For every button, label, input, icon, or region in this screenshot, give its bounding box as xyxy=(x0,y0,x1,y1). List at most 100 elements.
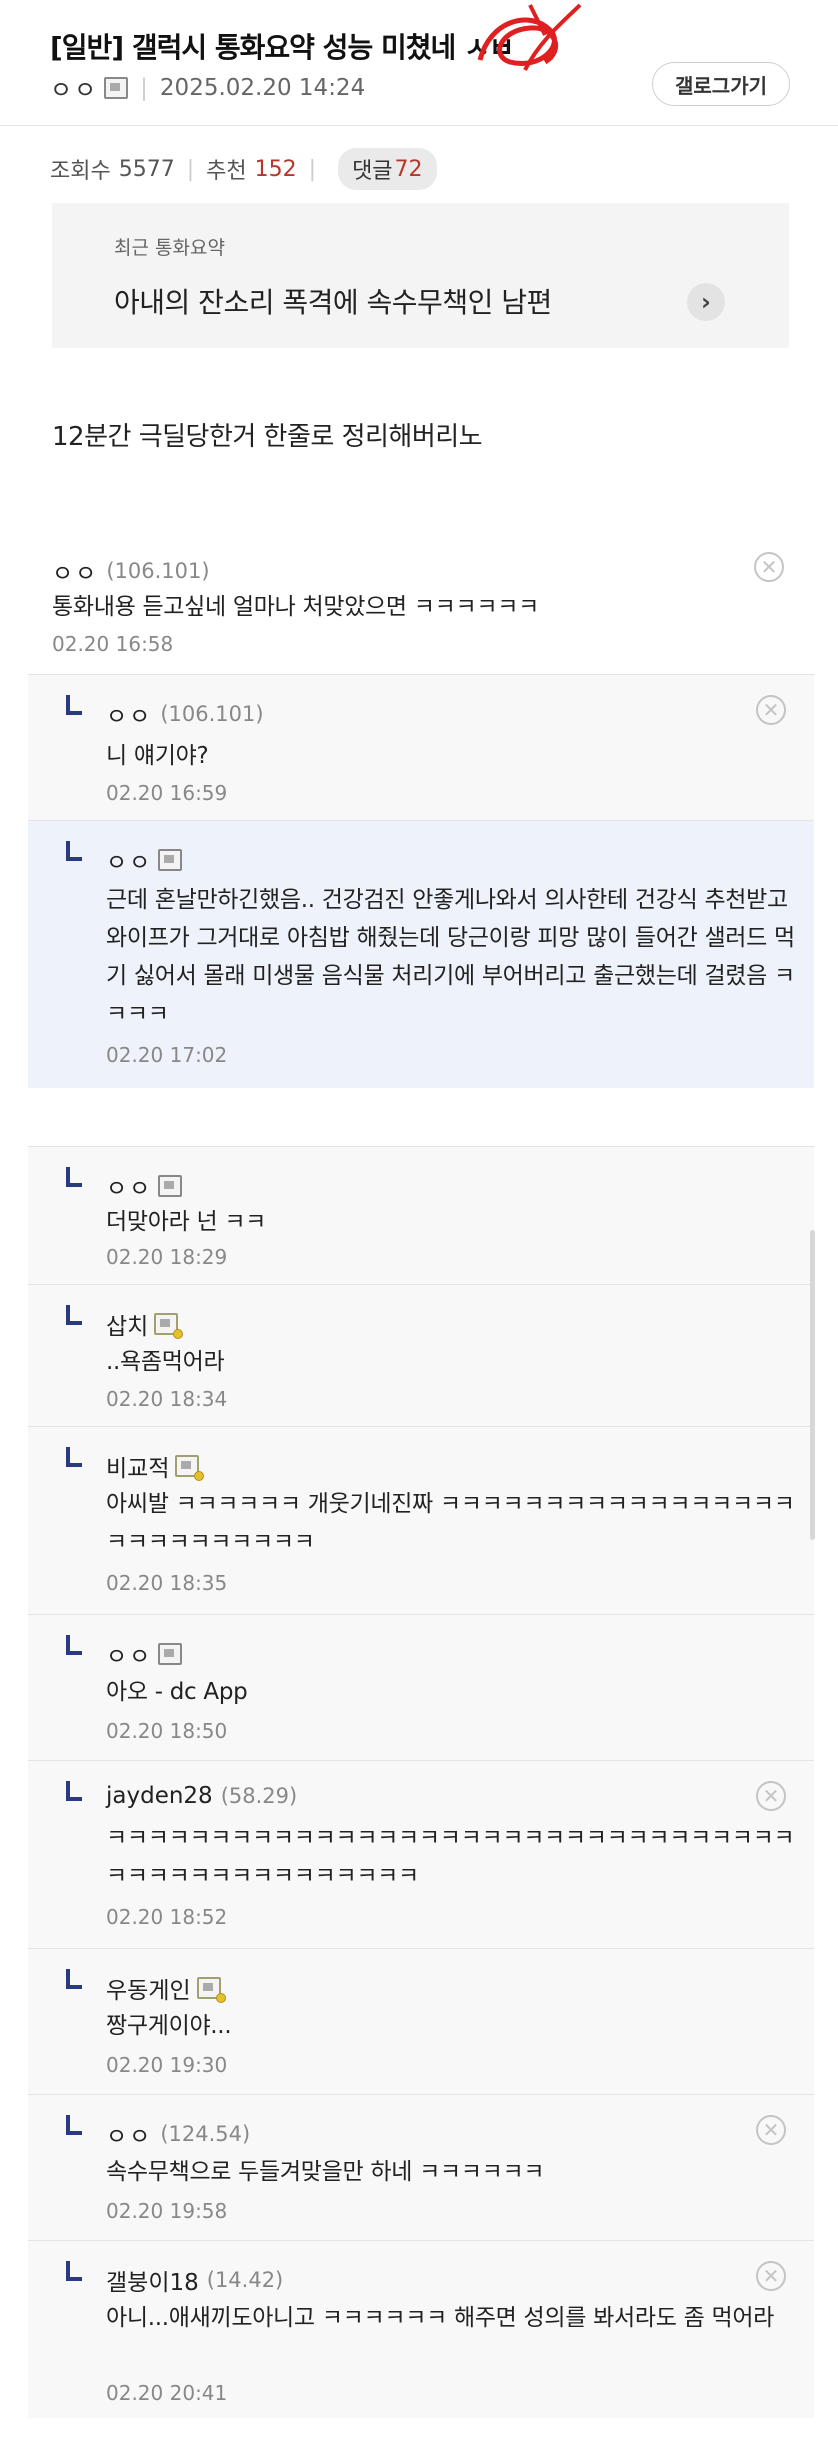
comment-text: 더맞아라 넌 ㅋㅋ xyxy=(106,1209,267,1235)
chevron-right-icon[interactable]: › xyxy=(687,283,725,321)
comment-header: ㅇㅇ (106.101) xyxy=(52,554,210,588)
comment-label: 댓글 xyxy=(352,159,393,184)
reply-item: 삽치 ..욕좀먹어라 02.20 18:34 xyxy=(28,1284,814,1426)
comment-ip: (124.54) xyxy=(160,2122,251,2146)
post-meta: ㅇㅇ | 2025.02.20 14:24 xyxy=(50,70,365,105)
reply-item: 비교적 아씨발 ㅋㅋㅋㅋㅋㅋ 개웃기네진짜 ㅋㅋㅋㅋㅋㅋㅋㅋㅋㅋㅋㅋㅋㅋㅋㅋㅋㅋ… xyxy=(28,1426,814,1614)
post-author[interactable]: ㅇㅇ xyxy=(50,70,98,105)
member-badge-icon xyxy=(104,76,129,99)
comment-date: 02.20 18:29 xyxy=(106,1245,228,1269)
comment-date: 02.20 16:59 xyxy=(106,781,228,805)
views-label: 조회수 xyxy=(50,159,111,184)
reply-arrow-icon xyxy=(66,2261,82,2281)
comment-text: 근데 혼날만하긴했음.. 건강검진 안좋게나와서 의사한테 건강식 추천받고 와… xyxy=(106,887,795,1027)
comment-text: 니 얘기야? xyxy=(106,743,209,769)
stats-divider: | xyxy=(308,156,317,182)
comment-date: 02.20 18:34 xyxy=(106,1387,228,1411)
comment-item: ㅇㅇ (106.101) 통화내용 듣고싶네 얼마나 처맞았으면 ㅋㅋㅋㅋㅋㅋ … xyxy=(0,532,838,674)
member-badge-icon xyxy=(158,1643,183,1665)
comment-nick[interactable]: ㅇㅇ xyxy=(106,1637,152,1671)
reply-arrow-icon xyxy=(66,841,82,861)
summary-label: 최근 통화요약 xyxy=(114,237,225,259)
comment-nick[interactable]: ㅇㅇ xyxy=(106,697,152,731)
comment-ip: (58.29) xyxy=(220,1784,298,1808)
comment-text: 속수무책으로 두들겨맞을만 하네 ㅋㅋㅋㅋㅋㅋ xyxy=(106,2159,545,2185)
comment-date: 02.20 19:58 xyxy=(106,2199,228,2223)
comment-header: jayden28 (58.29) xyxy=(106,1783,297,1809)
comment-nick[interactable]: ㅇㅇ xyxy=(106,1169,152,1203)
comment-date: 02.20 18:50 xyxy=(106,1719,228,1743)
reply-arrow-icon xyxy=(66,1305,82,1325)
recommend-label: 추천 xyxy=(206,159,247,184)
post-header: [일반] 갤럭시 통화요약 성능 미쳤네 ㅅㅂ ㅇㅇ | 2025.02.20 … xyxy=(0,0,838,126)
comment-text: 통화내용 듣고싶네 얼마나 처맞았으면 ㅋㅋㅋㅋㅋㅋ xyxy=(52,594,539,620)
call-summary-card[interactable]: 최근 통화요약 아내의 잔소리 폭격에 속수무책인 남편 › xyxy=(52,203,789,348)
reply-arrow-icon xyxy=(66,2115,82,2135)
comment-nick[interactable]: 우동게인 xyxy=(106,1971,191,2005)
comment-header: 우동게인 xyxy=(106,1971,226,2005)
scribble-mark xyxy=(477,3,582,71)
meta-divider: | xyxy=(140,74,148,101)
reply-item: ㅇㅇ 근데 혼날만하긴했음.. 건강검진 안좋게나와서 의사한테 건강식 추천받… xyxy=(28,820,814,1088)
comment-date: 02.20 17:02 xyxy=(106,1043,228,1067)
reply-item: ㅇㅇ 아오 - dc App 02.20 18:50 xyxy=(28,1614,814,1760)
comment-header: 비교적 xyxy=(106,1449,205,1483)
scrollbar[interactable] xyxy=(810,1230,815,1540)
comment-text: 아니...애새끼도아니고 ㅋㅋㅋㅋㅋㅋ 해주면 성의를 봐서라도 좀 먹어라 xyxy=(106,2305,775,2331)
comment-date: 02.20 19:30 xyxy=(106,2053,228,2077)
fixed-nick-badge-icon xyxy=(196,1977,226,2003)
comment-ip: (106.101) xyxy=(106,559,210,583)
comment-nick[interactable]: ㅇㅇ xyxy=(52,554,98,588)
fixed-nick-badge-icon xyxy=(154,1313,184,1339)
comment-date: 02.20 18:52 xyxy=(106,1905,228,1929)
views-count: 5577 xyxy=(118,156,175,182)
reply-item: 갤붕이18 (14.42) 아니...애새끼도아니고 ㅋㅋㅋㅋㅋㅋ 해주면 성의… xyxy=(28,2240,814,2418)
post-title: [일반] 갤럭시 통화요약 성능 미쳤네 ㅅㅂ xyxy=(50,31,514,64)
comment-header: 삽치 xyxy=(106,1307,184,1341)
comment-nick[interactable]: jayden28 xyxy=(106,1783,213,1809)
reply-arrow-icon xyxy=(66,1635,82,1655)
comment-date: 02.20 16:58 xyxy=(52,632,174,656)
post-body: 12분간 극딜당한거 한줄로 정리해버리노 xyxy=(52,422,483,452)
comment-header: ㅇㅇ xyxy=(106,1169,183,1203)
delete-comment-icon[interactable]: ✕ xyxy=(756,695,786,725)
member-badge-icon xyxy=(158,849,183,871)
post-stats: 조회수 5577 | 추천 152 | 댓글 72 xyxy=(50,148,437,190)
reply-item: jayden28 (58.29) ㅋㅋㅋㅋㅋㅋㅋㅋㅋㅋㅋㅋㅋㅋㅋㅋㅋㅋㅋㅋㅋㅋㅋ… xyxy=(28,1760,814,1948)
comment-count: 72 xyxy=(394,156,423,182)
comment-header: ㅇㅇ (124.54) xyxy=(106,2117,250,2151)
summary-text: 아내의 잔소리 폭격에 속수무책인 남편 xyxy=(114,286,552,319)
member-badge-icon xyxy=(158,1175,183,1197)
reply-item: ㅇㅇ (106.101) 니 얘기야? 02.20 16:59 ✕ xyxy=(28,674,814,820)
comment-nick[interactable]: ㅇㅇ xyxy=(106,2117,152,2151)
reply-arrow-icon xyxy=(66,1167,82,1187)
reply-item: ㅇㅇ (124.54) 속수무책으로 두들겨맞을만 하네 ㅋㅋㅋㅋㅋㅋ 02.2… xyxy=(28,2094,814,2240)
comment-header: ㅇㅇ xyxy=(106,1637,183,1671)
reply-arrow-icon xyxy=(66,1969,82,1989)
gallog-button[interactable]: 갤로그가기 xyxy=(652,62,790,106)
post-date: 2025.02.20 14:24 xyxy=(159,74,366,101)
reply-arrow-icon xyxy=(66,1447,82,1467)
delete-comment-icon[interactable]: ✕ xyxy=(756,2261,786,2291)
comment-count-button[interactable]: 댓글 72 xyxy=(338,148,437,190)
comment-header: 갤붕이18 (14.42) xyxy=(106,2263,283,2297)
delete-comment-icon[interactable]: ✕ xyxy=(754,552,784,582)
fixed-nick-badge-icon xyxy=(175,1455,205,1481)
recommend-count: 152 xyxy=(254,156,297,182)
reply-item: 우동게인 짱구게이야... 02.20 19:30 xyxy=(28,1948,814,2094)
comment-nick[interactable]: 삽치 xyxy=(106,1307,148,1341)
comment-ip: (14.42) xyxy=(206,2268,284,2292)
comment-ip: (106.101) xyxy=(160,702,264,726)
comment-nick[interactable]: ㅇㅇ xyxy=(106,843,152,877)
reply-arrow-icon xyxy=(66,1781,82,1801)
stats-divider: | xyxy=(186,156,195,182)
comment-text: 아씨발 ㅋㅋㅋㅋㅋㅋ 개웃기네진짜 ㅋㅋㅋㅋㅋㅋㅋㅋㅋㅋㅋㅋㅋㅋㅋㅋㅋㅋㅋㅋㅋㅋ… xyxy=(106,1491,795,1555)
reply-item: ㅇㅇ 더맞아라 넌 ㅋㅋ 02.20 18:29 xyxy=(28,1146,814,1284)
delete-comment-icon[interactable]: ✕ xyxy=(756,1781,786,1811)
comment-header: ㅇㅇ (106.101) xyxy=(106,697,264,731)
comment-nick[interactable]: 비교적 xyxy=(106,1449,169,1483)
delete-comment-icon[interactable]: ✕ xyxy=(756,2115,786,2145)
comment-date: 02.20 18:35 xyxy=(106,1571,228,1595)
reply-arrow-icon xyxy=(66,695,82,715)
comment-nick[interactable]: 갤붕이18 xyxy=(106,2263,199,2297)
